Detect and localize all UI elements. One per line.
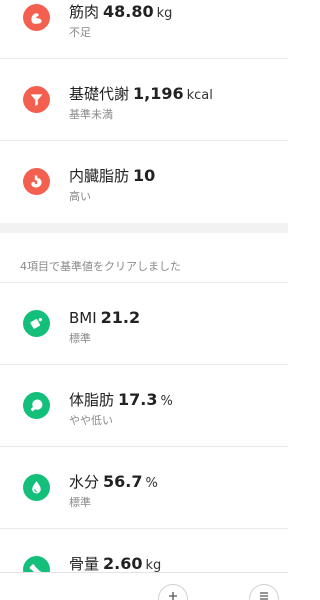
muscle-icon <box>23 4 50 31</box>
section-separator <box>0 223 288 233</box>
add-button[interactable] <box>158 584 188 600</box>
metric-value: 17.3 <box>118 390 158 409</box>
metric-name: 水分 <box>69 473 100 491</box>
metric-name: 内臓脂肪 <box>69 167 130 185</box>
menu-button[interactable] <box>249 584 279 600</box>
metric-row-visceral-fat[interactable]: 内臓脂肪 10 高い <box>0 141 288 223</box>
metric-row-water[interactable]: 水分 56.7% 標準 <box>0 447 288 529</box>
bottom-action-bar <box>0 572 288 600</box>
metric-value: 56.7 <box>103 472 143 491</box>
menu-icon <box>260 592 268 600</box>
metric-status: 標準 <box>69 332 91 345</box>
metric-unit: % <box>160 394 173 409</box>
metric-status: やや低い <box>69 414 113 427</box>
metric-row-bmi[interactable]: BMI 21.2 標準 <box>0 283 288 365</box>
metric-value: 10 <box>133 166 156 185</box>
metric-unit: kg <box>156 6 173 21</box>
metric-name: 筋肉 <box>69 3 100 21</box>
metric-name: 基礎代謝 <box>69 85 130 103</box>
metric-value: 21.2 <box>100 308 141 327</box>
metric-unit: kcal <box>186 88 213 103</box>
metric-name: 体脂肪 <box>69 391 115 409</box>
metric-row-basal-metabolism[interactable]: 基礎代謝 1,196 kcal 基準未満 <box>0 59 288 141</box>
metric-unit: kg <box>145 558 162 573</box>
bmi-icon <box>23 310 50 337</box>
metric-status: 高い <box>69 190 91 203</box>
metric-value: 1,196 <box>133 84 184 103</box>
body-fat-icon <box>23 392 50 419</box>
metric-unit: % <box>145 476 158 491</box>
section-header: 4項目で基準値をクリアしました <box>20 260 181 273</box>
stomach-icon <box>23 168 50 195</box>
metric-name: 骨量 <box>69 555 100 573</box>
metric-status: 標準 <box>69 496 91 509</box>
metric-status: 不足 <box>69 26 91 39</box>
metric-row-muscle[interactable]: 筋肉 48.80 kg 不足 <box>0 0 288 59</box>
plus-icon <box>169 592 177 600</box>
metric-row-body-fat[interactable]: 体脂肪 17.3% やや低い <box>0 365 288 447</box>
metric-value: 48.80 <box>103 2 154 21</box>
metric-value: 2.60 <box>103 554 143 573</box>
metric-name: BMI <box>69 309 97 327</box>
funnel-icon <box>23 86 50 113</box>
metric-status: 基準未満 <box>69 108 113 121</box>
water-drop-icon <box>23 474 50 501</box>
